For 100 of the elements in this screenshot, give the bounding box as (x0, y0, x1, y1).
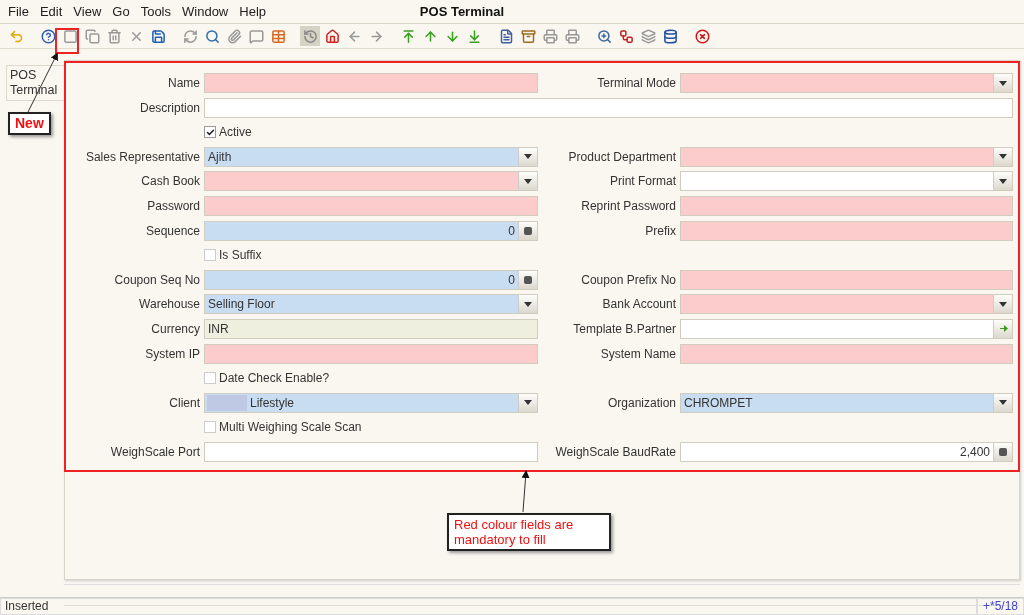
input-field[interactable] (204, 97, 1013, 118)
checkbox[interactable] (204, 249, 216, 262)
caret-icon[interactable] (518, 393, 537, 412)
menu-item[interactable]: Window (182, 4, 229, 19)
highlight-box (55, 28, 79, 54)
caret-icon[interactable] (518, 295, 537, 314)
new-record-icon (62, 28, 78, 44)
menu-item[interactable]: View (73, 4, 102, 19)
dropdown-field[interactable]: Ajith (204, 146, 538, 167)
input-field[interactable]: 0 (204, 220, 538, 241)
dropdown-field[interactable] (204, 171, 538, 192)
checkbox[interactable] (204, 372, 216, 385)
field-label: Prefix (644, 223, 676, 238)
menu-item[interactable]: Go (112, 4, 130, 19)
chat-icon (248, 28, 264, 44)
input-field[interactable]: 2,400 (680, 441, 1013, 462)
save-icon (150, 28, 166, 44)
field-label: Sequence (144, 223, 200, 238)
window-title: POS Terminal (419, 4, 505, 19)
field-label: Product Department (567, 149, 676, 164)
checkbox-label: Multi Weighing Scale Scan (219, 420, 362, 435)
caret-icon[interactable] (993, 147, 1012, 166)
record-counter: +*5/18 (976, 598, 1024, 615)
caret-icon[interactable] (993, 172, 1012, 191)
dropdown-field[interactable] (680, 73, 1013, 93)
menu-item[interactable]: Help (239, 4, 266, 19)
calculator-icon[interactable] (993, 442, 1012, 461)
printer-icon (542, 28, 558, 44)
input-field[interactable]: 0 (204, 269, 538, 290)
dropdown-field[interactable]: Selling Floor (204, 294, 538, 315)
callout-note: Red colour fields are mandatory to fill (447, 513, 611, 551)
menu-item[interactable]: Edit (39, 4, 63, 19)
field-label: Bank Account (601, 297, 676, 312)
input-field[interactable] (680, 343, 1013, 364)
field-label: Description (138, 100, 200, 115)
exit-icon (694, 28, 710, 44)
back-icon (346, 28, 362, 44)
home-icon (324, 28, 340, 44)
callout-arrow (521, 470, 530, 513)
field-label: Terminal Mode (596, 76, 676, 90)
caret-icon[interactable] (518, 147, 537, 166)
input-field[interactable] (680, 195, 1013, 216)
archive-icon (520, 28, 536, 44)
checkbox-label: Is Suffix (219, 248, 262, 263)
dropdown-field[interactable]: CHROMPET (680, 392, 1013, 413)
printer-icon (564, 28, 580, 44)
field-label: Sales Representative (84, 149, 200, 164)
field-label: System IP (144, 346, 200, 361)
menu-item[interactable]: Tools (140, 4, 171, 19)
history-icon (302, 28, 318, 44)
trash-icon (106, 28, 122, 44)
menu-item[interactable]: File (8, 4, 29, 19)
dropdown-field[interactable] (680, 171, 1013, 192)
input-field[interactable] (204, 73, 538, 93)
checkbox-label: Active (219, 125, 252, 140)
dropdown-field[interactable]: Lifestyle (204, 392, 538, 413)
caret-icon[interactable] (518, 172, 537, 191)
field-label: Print Format (609, 174, 676, 189)
copy-icon (84, 28, 100, 44)
dropdown-field[interactable] (680, 146, 1013, 167)
next-record-icon (444, 28, 460, 44)
field-label: Warehouse (138, 297, 200, 312)
checkbox-label: Date Check Enable? (219, 371, 330, 386)
caret-icon[interactable] (993, 295, 1012, 314)
field-label: Coupon Seq No (113, 272, 200, 287)
field-label: WeighScale BaudRate (554, 444, 676, 459)
field-label: Name (167, 76, 200, 90)
workflow-icon (618, 28, 634, 44)
input-field[interactable] (680, 269, 1013, 290)
input-field[interactable] (204, 441, 538, 462)
calculator-icon[interactable] (518, 221, 537, 240)
field-label: Client (168, 395, 200, 410)
callout-note: New (8, 112, 51, 135)
forward-icon (368, 28, 384, 44)
search-icon (204, 28, 220, 44)
refresh-icon (182, 28, 198, 44)
input-field[interactable] (680, 220, 1013, 241)
paperclip-icon (226, 28, 242, 44)
caret-icon[interactable] (993, 393, 1012, 412)
previous-record-icon (422, 28, 438, 44)
field-label: Reprint Password (580, 198, 676, 213)
status-message: Inserted (0, 598, 977, 615)
input-field[interactable] (204, 195, 538, 216)
caret-icon[interactable] (993, 74, 1012, 92)
report-icon (498, 28, 514, 44)
table-icon (270, 28, 286, 44)
field-label: Currency (150, 321, 200, 336)
field-label: WeighScale Port (109, 444, 200, 459)
checkbox[interactable] (204, 421, 216, 434)
undo-icon (8, 28, 24, 44)
calculator-icon[interactable] (518, 270, 537, 289)
input-field[interactable] (204, 343, 538, 364)
checkbox[interactable] (204, 126, 216, 139)
input-field[interactable]: INR (204, 318, 538, 339)
database-icon (662, 28, 678, 44)
dropdown-field[interactable] (680, 294, 1013, 315)
field-label: Template B.Partner (572, 321, 676, 336)
history-button[interactable] (300, 26, 320, 46)
help-icon (40, 28, 56, 44)
input-field[interactable] (680, 318, 1013, 339)
